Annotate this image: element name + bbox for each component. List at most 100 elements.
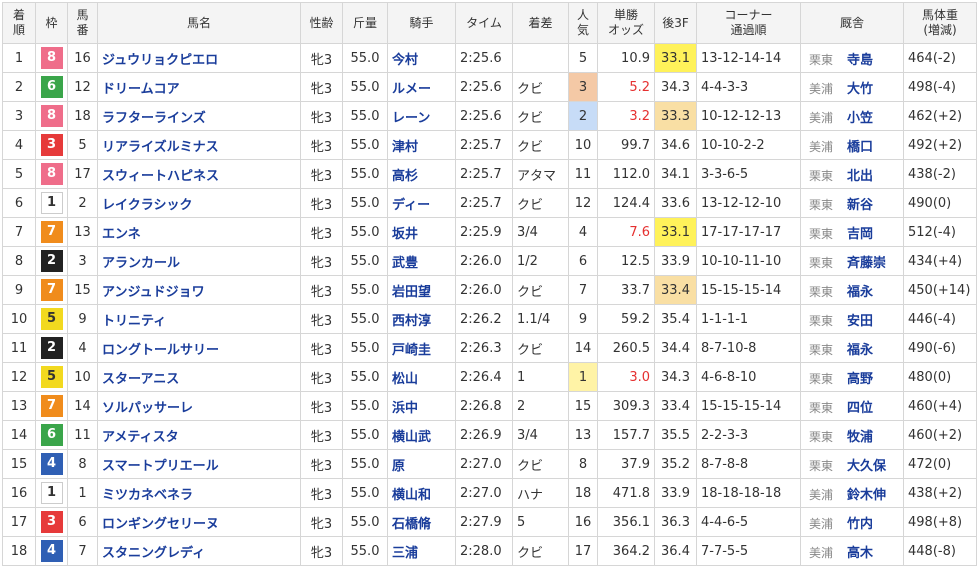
jockey-link[interactable]: 浜中 — [392, 401, 418, 416]
trainer-link[interactable]: 安田 — [847, 314, 873, 329]
header-horse[interactable]: 馬名 — [97, 2, 301, 44]
trainer-link[interactable]: 小笠 — [847, 111, 873, 126]
jockey-link[interactable]: 石橋脩 — [392, 517, 431, 532]
jockey-link[interactable]: 高杉 — [392, 169, 418, 184]
trainer-link[interactable]: 高野 — [847, 372, 873, 387]
header-popularity[interactable]: 人 気 — [568, 2, 598, 44]
corner-cell: 4-4-6-5 — [696, 507, 801, 537]
trainer-link[interactable]: 大久保 — [847, 459, 886, 474]
sexage-cell: 牝3 — [300, 362, 343, 392]
jockey-link[interactable]: レーン — [392, 111, 430, 126]
header-trainer[interactable]: 厩舎 — [800, 2, 904, 44]
header-margin[interactable]: 着差 — [512, 2, 569, 44]
horse-link[interactable]: ロングトールサリー — [102, 343, 219, 358]
trainer-link[interactable]: 高木 — [847, 546, 873, 561]
header-odds[interactable]: 単勝 オッズ — [597, 2, 655, 44]
time-cell: 2:25.6 — [455, 72, 513, 102]
header-corner[interactable]: コーナー 通過順 — [696, 2, 801, 44]
jockey-link[interactable]: ディー — [392, 198, 430, 213]
margin-cell: 3/4 — [512, 217, 569, 247]
horse-link[interactable]: スウィートハピネス — [102, 169, 219, 184]
umaban-cell: 8 — [67, 449, 98, 479]
trainer-link[interactable]: 吉岡 — [847, 227, 873, 242]
header-jockey[interactable]: 騎手 — [387, 2, 456, 44]
header-last3f[interactable]: 後3F — [654, 2, 697, 44]
trainer-link[interactable]: 福永 — [847, 285, 873, 300]
jockey-link[interactable]: 西村淳 — [392, 314, 431, 329]
horse-link[interactable]: ロンギングセリーヌ — [102, 517, 219, 532]
trainer-link[interactable]: 四位 — [847, 401, 873, 416]
horse-link[interactable]: エンネ — [102, 227, 141, 242]
margin-cell: クビ — [512, 333, 569, 363]
header-bodyweight[interactable]: 馬体重 (増減) — [903, 2, 977, 44]
horse-link[interactable]: ジュウリョクピエロ — [102, 53, 218, 68]
margin-cell: 2 — [512, 391, 569, 421]
header-sexage[interactable]: 性齢 — [300, 2, 343, 44]
margin-cell: クビ — [512, 449, 569, 479]
trainer-link[interactable]: 斉藤崇 — [847, 256, 886, 271]
bodyweight-cell: 446(-4) — [903, 304, 977, 334]
odds-cell: 364.2 — [597, 536, 655, 566]
jockey-link[interactable]: 岩田望 — [392, 285, 431, 300]
horse-link[interactable]: スターアニス — [102, 372, 179, 387]
trainer-link[interactable]: 北出 — [847, 169, 873, 184]
umaban-cell: 13 — [67, 217, 98, 247]
jockey-link[interactable]: 津村 — [392, 140, 418, 155]
jockey-link[interactable]: 戸崎圭 — [392, 343, 431, 358]
margin-cell: クビ — [512, 188, 569, 218]
odds-cell: 12.5 — [597, 246, 655, 276]
horse-link[interactable]: リアライズルミナス — [102, 140, 219, 155]
horse-link[interactable]: トリニティ — [102, 314, 166, 329]
weight-cell: 55.0 — [342, 304, 388, 334]
trainer-link[interactable]: 橋口 — [847, 140, 873, 155]
umaban-cell: 16 — [67, 43, 98, 73]
trainer-link[interactable]: 福永 — [847, 343, 873, 358]
header-time[interactable]: タイム — [455, 2, 513, 44]
jockey-link[interactable]: 横山和 — [392, 488, 431, 503]
horse-link[interactable]: スタニングレディ — [102, 546, 205, 561]
trainer-link[interactable]: 牧浦 — [847, 430, 873, 445]
trainer-cell: 美浦 橋口 — [800, 130, 904, 160]
jockey-link[interactable]: 横山武 — [392, 430, 431, 445]
trainer-cell: 栗東 吉岡 — [800, 217, 904, 247]
header-weight[interactable]: 斤量 — [342, 2, 388, 44]
horse-link[interactable]: アンジュドジョワ — [102, 285, 205, 300]
header-finish[interactable]: 着 順 — [2, 2, 36, 44]
jockey-link[interactable]: 武豊 — [392, 256, 418, 271]
horse-cell: ロングトールサリー — [97, 333, 301, 363]
umaban-cell: 17 — [67, 159, 98, 189]
horse-link[interactable]: レイクラシック — [102, 198, 192, 213]
trainer-link[interactable]: 寺島 — [847, 53, 873, 68]
trainer-link[interactable]: 大竹 — [847, 82, 873, 97]
horse-link[interactable]: アメティスタ — [102, 430, 179, 445]
jockey-link[interactable]: 松山 — [392, 372, 418, 387]
header-umaban[interactable]: 馬 番 — [67, 2, 98, 44]
horse-link[interactable]: アランカール — [102, 256, 180, 271]
jockey-link[interactable]: 坂井 — [392, 227, 418, 242]
header-waku[interactable]: 枠 — [35, 2, 68, 44]
horse-link[interactable]: ミツカネベネラ — [102, 488, 193, 503]
horse-cell: ジュウリョクピエロ — [97, 43, 301, 73]
last3f-cell: 34.3 — [654, 362, 697, 392]
horse-link[interactable]: ソルパッサーレ — [102, 401, 193, 416]
odds-cell: 112.0 — [597, 159, 655, 189]
horse-link[interactable]: スマートプリエール — [102, 459, 219, 474]
umaban-cell: 10 — [67, 362, 98, 392]
sexage-cell: 牝3 — [300, 130, 343, 160]
bodyweight-cell: 462(+2) — [903, 101, 977, 131]
horse-cell: ドリームコア — [97, 72, 301, 102]
trainer-link[interactable]: 竹内 — [847, 517, 873, 532]
jockey-link[interactable]: 原 — [392, 459, 405, 474]
popularity-cell: 4 — [568, 217, 598, 247]
jockey-link[interactable]: 三浦 — [392, 546, 418, 561]
jockey-link[interactable]: 今村 — [392, 53, 418, 68]
trainer-link[interactable]: 新谷 — [847, 198, 873, 213]
horse-link[interactable]: ドリームコア — [102, 82, 180, 97]
trainer-link[interactable]: 鈴木伸 — [847, 488, 886, 503]
time-cell: 2:25.9 — [455, 217, 513, 247]
jockey-link[interactable]: ルメー — [392, 82, 431, 97]
waku-badge: 8 — [40, 163, 63, 185]
horse-link[interactable]: ラフターラインズ — [102, 111, 206, 126]
stable-area: 美浦 — [809, 81, 834, 96]
time-cell: 2:25.7 — [455, 159, 513, 189]
